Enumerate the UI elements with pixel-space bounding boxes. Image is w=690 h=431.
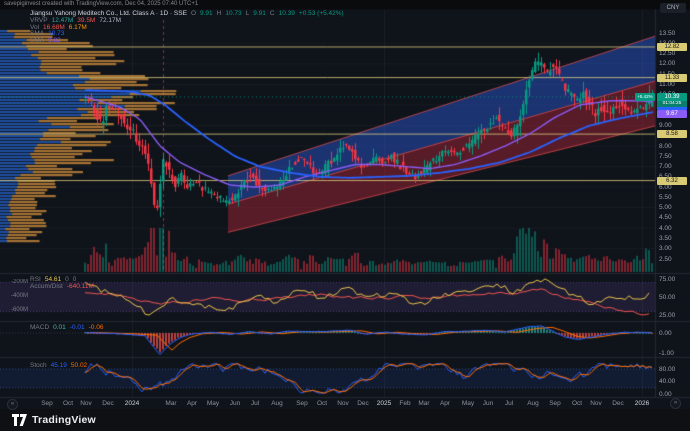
legend-token: 9.91 <box>200 10 213 17</box>
legend-token: 45.19 <box>51 362 67 369</box>
symbol-legend[interactable]: Jiangsu Yahong Meditech Co., Ltd. Class … <box>30 10 344 17</box>
legend-token: 0.01 <box>53 324 66 331</box>
scale-label-chg: +5.42% <box>635 93 655 101</box>
legend-token: -0.01 <box>70 324 85 331</box>
price-tick: 13.50 <box>659 30 675 37</box>
scale-label-level: 6.32 <box>657 177 687 185</box>
tradingview-snapshot: savepiginvest created with TradingView.c… <box>0 0 690 431</box>
legend-token: +0.53 (+5.42%) <box>299 10 344 17</box>
price-tick: 12.50 <box>659 50 675 57</box>
currency-button[interactable]: CNY <box>660 3 686 13</box>
price-tick: 2.50 <box>659 256 672 263</box>
legend-token: -0.06 <box>89 324 104 331</box>
bar-countdown: 01:04:25 <box>657 101 687 107</box>
time-label: Dec <box>95 400 121 408</box>
scale-label-ma-purple: 9.67 <box>657 110 687 118</box>
legend-token: 9.82 <box>48 37 61 44</box>
attribution-text: savepiginvest created with TradingView.c… <box>4 1 198 7</box>
legend-token: O <box>191 10 196 17</box>
scale-label-last: 10.3901:04:25 <box>657 93 687 107</box>
go-to-realtime-button[interactable]: » <box>670 398 681 409</box>
jump-back-button[interactable]: « <box>7 399 18 410</box>
legend-token: 10.39 <box>279 10 295 17</box>
stoch-tick: 0.00 <box>659 391 672 398</box>
legend-token: 54.61 <box>45 276 61 283</box>
left-axis-label: -200M <box>4 279 28 286</box>
legend-token: Stoch <box>30 362 47 369</box>
price-tick: 8.00 <box>659 143 672 150</box>
legend-token: 50.02 <box>71 362 87 369</box>
legend-token: Jiangsu Yahong Meditech Co., Ltd. Class … <box>30 10 187 17</box>
legend-token: 72.17M <box>99 17 121 24</box>
legend-token: 9.91 <box>253 10 266 17</box>
price-tick: 4.00 <box>659 225 672 232</box>
price-tick: 3.50 <box>659 235 672 242</box>
time-label: 2026 <box>629 400 655 408</box>
legend-token: 6.17M <box>69 24 87 31</box>
legend-token: MACD <box>30 324 49 331</box>
tradingview-logo-icon[interactable] <box>12 414 27 426</box>
macd-legend[interactable]: MACD 0.01 -0.01 -0.06 <box>30 324 103 331</box>
time-label: 2024 <box>119 400 145 408</box>
legend-token: 0 <box>65 276 69 283</box>
macd-tick: 0.00 <box>659 330 672 337</box>
price-tick: 9.00 <box>659 122 672 129</box>
stoch-tick: 40.00 <box>659 378 675 385</box>
macd-tick: -1.00 <box>659 350 674 357</box>
chart-canvas[interactable] <box>0 0 690 431</box>
left-axis-label: -600M <box>4 307 28 314</box>
brand-name[interactable]: TradingView <box>32 414 96 426</box>
legend-token: 10.73 <box>225 10 241 17</box>
stoch-legend[interactable]: Stoch 45.19 50.02 <box>30 362 87 369</box>
price-tick: 5.50 <box>659 194 672 201</box>
legend-token: 0 <box>73 276 77 283</box>
price-tick: 7.50 <box>659 153 672 160</box>
scale-label-level: 12.82 <box>657 43 687 51</box>
price-tick: 12.00 <box>659 60 675 67</box>
stoch-tick: 80.00 <box>659 366 675 373</box>
scale-label-level: 11.33 <box>657 74 687 82</box>
time-label: Aug <box>264 400 290 408</box>
legend-token: L <box>246 10 250 17</box>
legend-token: SMA <box>30 37 44 44</box>
legend-token: H <box>217 10 222 17</box>
legend-token: -640.11M <box>67 283 94 290</box>
snapshot-attribution-bar: savepiginvest created with TradingView.c… <box>0 0 690 9</box>
legend-token: RSI <box>30 276 41 283</box>
rsi-tick: 25.00 <box>659 312 675 319</box>
sma-fast-legend[interactable]: SMA 9.82 <box>30 37 61 44</box>
accdist-legend[interactable]: Accum/Dist -640.11M <box>30 283 94 290</box>
price-tick: 4.50 <box>659 214 672 221</box>
time-label: Dec <box>605 400 631 408</box>
legend-token: Accum/Dist <box>30 283 63 290</box>
footer-bar: TradingView <box>0 409 690 431</box>
rsi-tick: 50.00 <box>659 294 675 301</box>
rsi-tick: 75.00 <box>659 276 675 283</box>
rsi-legend[interactable]: RSI 54.61 00 <box>30 276 76 283</box>
price-tick: 3.00 <box>659 245 672 252</box>
legend-token: C <box>270 10 275 17</box>
time-label: Jul <box>496 400 522 408</box>
left-axis-label: -400M <box>4 293 28 300</box>
price-tick: 5.00 <box>659 204 672 211</box>
scale-label-level: 8.58 <box>657 130 687 138</box>
price-tick: 7.00 <box>659 163 672 170</box>
